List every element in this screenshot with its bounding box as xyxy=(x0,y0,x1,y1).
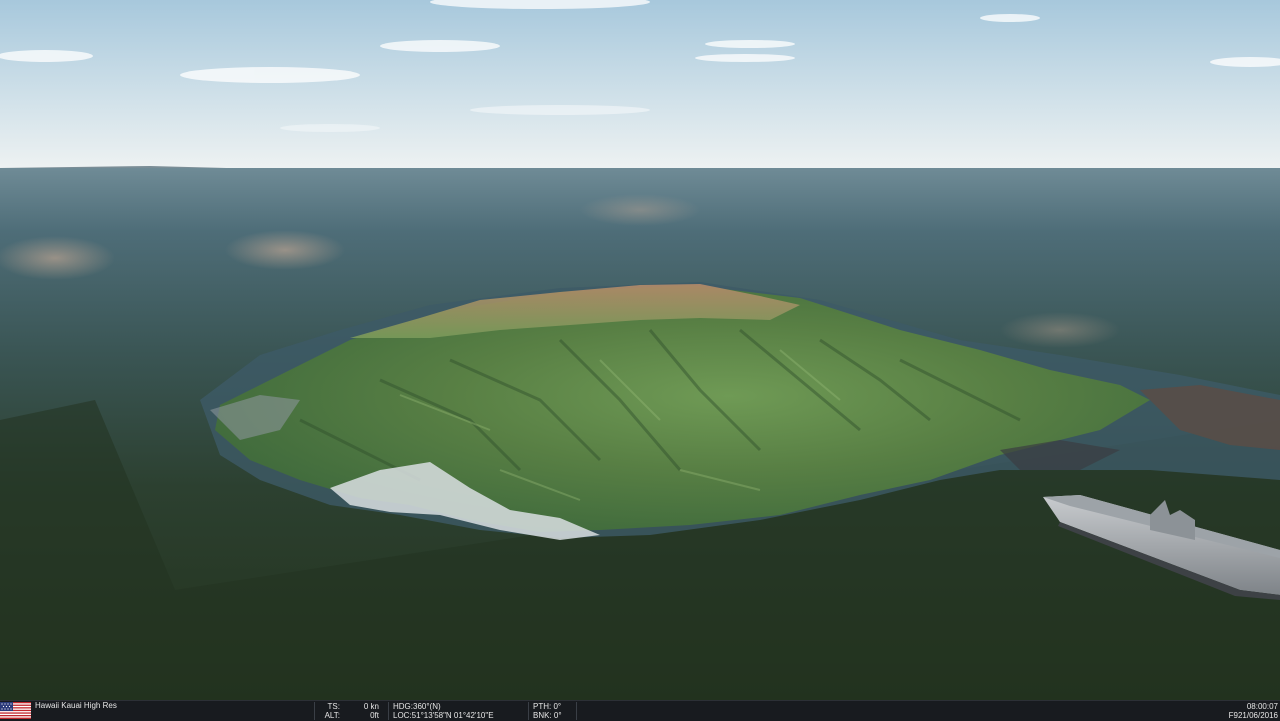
ts-label: TS: xyxy=(327,702,340,711)
status-bar: Hawaii Kauai High Res TS: 0 kn ALT: 0ft HD… xyxy=(0,700,1280,721)
separator xyxy=(314,702,315,720)
sky xyxy=(0,0,1280,170)
alt-value: 0ft xyxy=(370,711,379,720)
ts-value: 0 kn xyxy=(363,702,379,711)
heading-readout: HDG:360°(N) xyxy=(393,702,441,711)
alt-readout: ALT: 0ft xyxy=(316,711,379,720)
bank-readout: BNK: 0° xyxy=(533,711,562,720)
sim-time: 08:00:07 xyxy=(1246,702,1278,711)
pitch-readout: PTH: 0° xyxy=(533,702,562,711)
sim-date: F921/06/2016 xyxy=(1228,711,1278,720)
us-flag-icon xyxy=(0,702,31,719)
alt-label: ALT: xyxy=(324,711,340,720)
ts-readout: TS: 0 kn xyxy=(316,702,379,711)
separator xyxy=(388,702,389,720)
location-readout: LOC:51°13'58"N 01°42'10"E xyxy=(393,711,494,720)
island-scene xyxy=(0,0,1280,700)
separator xyxy=(528,702,529,720)
separator xyxy=(576,702,577,720)
scenario-name: Hawaii Kauai High Res xyxy=(35,701,117,710)
3d-viewport[interactable] xyxy=(0,0,1280,700)
